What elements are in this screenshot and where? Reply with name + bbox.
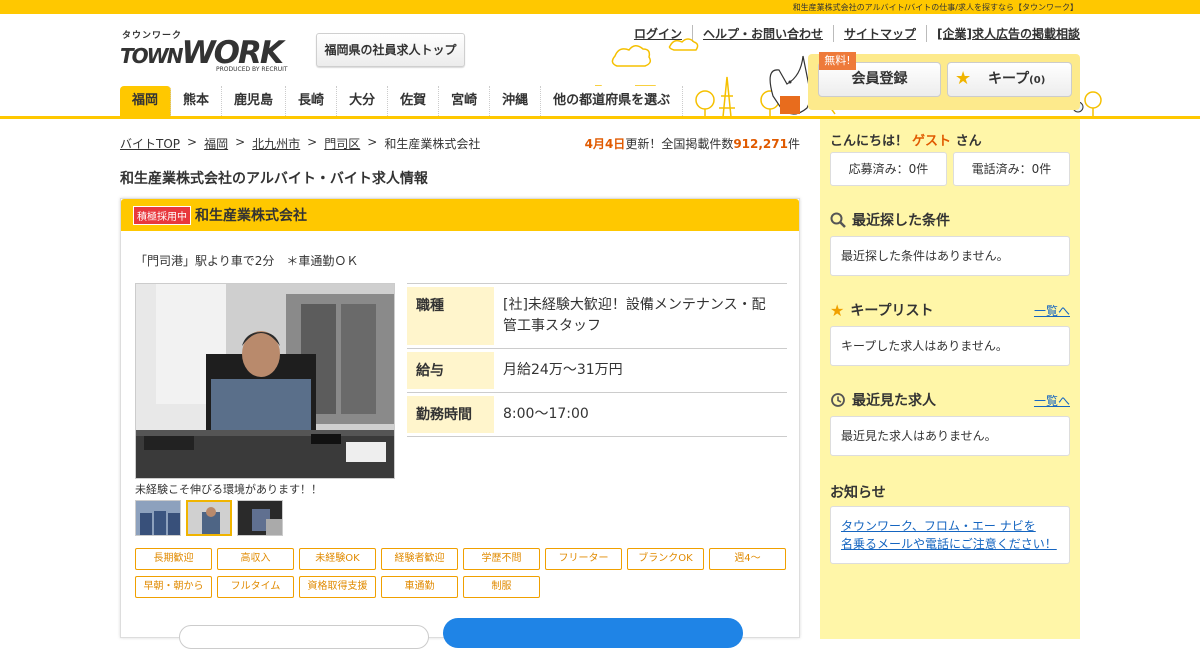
region-tab-kumamoto[interactable]: 熊本 (171, 86, 223, 116)
feature-tag: 経験者歓迎 (381, 548, 458, 570)
hours-value: 8:00～17:00 (503, 406, 589, 422)
region-tab-nagasaki[interactable]: 長崎 (286, 86, 338, 116)
detail-label: 勤務時間 (407, 396, 494, 433)
occupation-value: [社]未経験大歓迎！設備メンテナンス・配管工事スタッフ (503, 297, 766, 334)
photo-thumbnail-3[interactable] (237, 500, 283, 536)
photo-caption: 未経験こそ伸びる環境があります！！ (135, 483, 322, 496)
feature-tags: 長期歓迎 高収入 未経験OK 経験者歓迎 学歴不問 フリーター ブランクOK 週… (135, 548, 795, 598)
breadcrumb-moji[interactable]: 門司区 (324, 135, 360, 152)
region-tab-miyazaki[interactable]: 宮崎 (439, 86, 491, 116)
search-icon (830, 212, 846, 228)
feature-tag: 長期歓迎 (135, 548, 212, 570)
breadcrumb-fukuoka[interactable]: 福岡 (204, 135, 228, 152)
logo-produced-by: PRODUCED BY RECRUIT (216, 66, 288, 73)
salary-value: 月給24万～31万円 (503, 362, 623, 378)
recent-search-heading: 最近探した条件 (830, 210, 950, 230)
listing-count: 912,271 (733, 137, 788, 151)
breadcrumb-baito-top[interactable]: バイトTOP (120, 135, 180, 152)
region-tab-other[interactable]: 他の都道府県を選ぶ (541, 86, 684, 116)
called-count[interactable]: 電話済み：0件 (953, 152, 1070, 186)
feature-tag: 週4～ (709, 548, 786, 570)
feature-tag: 制服 (463, 576, 540, 598)
feature-tag: フリーター (545, 548, 622, 570)
breadcrumb: バイトTOP > 福岡 > 北九州市 > 門司区 > 和生産業株式会社 (120, 135, 481, 152)
detail-label: 給与 (407, 352, 494, 389)
detail-row-salary: 給与 月給24万～31万円 (407, 349, 787, 393)
feature-tag: 早朝・朝から (135, 576, 212, 598)
breadcrumb-kitakyushu[interactable]: 北九州市 (252, 135, 300, 152)
notice-heading: お知らせ (830, 485, 886, 501)
feature-tag: 高収入 (217, 548, 294, 570)
keep-list-more-link[interactable]: 一覧へ (1034, 302, 1070, 319)
active-hiring-badge: 積極採用中 (133, 205, 191, 225)
region-tab-oita[interactable]: 大分 (337, 86, 389, 116)
company-name[interactable]: 和生産業株式会社 (195, 205, 307, 225)
guest-name: ゲスト (912, 134, 952, 149)
keep-count: (0) (1029, 75, 1046, 86)
seo-tagline: 和生産業株式会社のアルバイト/バイトの仕事/求人を探すなら【タウンワーク】 (792, 3, 1078, 12)
job-photo[interactable] (135, 283, 395, 479)
notice-box: タウンワーク、フロム・エー ナビを 名乗るメールや電話にご注意ください！ (830, 506, 1070, 564)
recently-viewed-more-link[interactable]: 一覧へ (1034, 392, 1070, 409)
detail-row-occupation: 職種 [社]未経験大歓迎！設備メンテナンス・配管工事スタッフ (407, 284, 787, 349)
applied-count[interactable]: 応募済み：0件 (830, 152, 947, 186)
feature-tag: 学歴不問 (463, 548, 540, 570)
detail-label: 職種 (407, 287, 494, 345)
notice-link[interactable]: タウンワーク、フロム・エー ナビを 名乗るメールや電話にご注意ください！ (841, 517, 1059, 553)
feature-tag: 未経験OK (299, 548, 376, 570)
update-date: 4月4日 (584, 137, 626, 151)
greeting: こんにちは！ ゲスト さん (830, 134, 982, 149)
keep-list-box: キープした求人はありません。 (830, 326, 1070, 366)
recent-search-box: 最近探した条件はありません。 (830, 236, 1070, 276)
region-tab-saga[interactable]: 佐賀 (388, 86, 440, 116)
photo-thumbnail-1[interactable] (135, 500, 181, 536)
star-icon: ★ (830, 300, 845, 320)
job-card-header: 積極採用中 和生産業株式会社 (121, 199, 799, 231)
sidebar: こんにちは！ ゲスト さん 応募済み：0件 電話済み：0件 最近探した条件 最近探… (820, 119, 1080, 639)
page-title: 和生産業株式会社のアルバイト・バイト求人情報 (120, 171, 428, 187)
feature-tag: ブランクOK (627, 548, 704, 570)
region-nav: 福岡 熊本 鹿児島 長崎 大分 佐賀 宮崎 沖縄 他の都道府県を選ぶ (120, 86, 684, 116)
free-badge: 無料! (819, 52, 856, 70)
keep-job-button[interactable] (179, 625, 429, 649)
photo-thumbnail-2[interactable] (186, 500, 232, 536)
feature-tag: 車通勤 (381, 576, 458, 598)
region-tab-fukuoka[interactable]: 福岡 (120, 86, 172, 116)
update-info: 4月4日更新！全国掲載件数912,271件 (584, 137, 800, 151)
feature-tag: フルタイム (217, 576, 294, 598)
keep-list-heading: ★ キープリスト (830, 300, 934, 320)
recently-viewed-heading: 最近見た求人 (830, 390, 936, 410)
top-strip: 和生産業株式会社のアルバイト/バイトの仕事/求人を探すなら【タウンワーク】 (0, 0, 1200, 14)
townwork-logo[interactable]: タウンワーク TOWNWORK PRODUCED BY RECRUIT (120, 28, 296, 76)
feature-tag: 資格取得支援 (299, 576, 376, 598)
region-tab-kagoshima[interactable]: 鹿児島 (222, 86, 287, 116)
access-info: 「門司港」駅より車で2分 ＊車通勤ＯＫ (135, 254, 359, 268)
recently-viewed-box: 最近見た求人はありません。 (830, 416, 1070, 456)
breadcrumb-current: 和生産業株式会社 (384, 137, 481, 151)
star-icon: ★ (955, 68, 972, 89)
region-tab-okinawa[interactable]: 沖縄 (490, 86, 542, 116)
job-details: 職種 [社]未経験大歓迎！設備メンテナンス・配管工事スタッフ 給与 月給24万～31… (407, 283, 787, 437)
history-icon (831, 393, 845, 407)
apply-button[interactable] (443, 618, 743, 648)
prefecture-top-button[interactable]: 福岡県の社員求人トップ (316, 33, 465, 67)
job-card: 積極採用中 和生産業株式会社 「門司港」駅より車で2分 ＊車通勤ＯＫ 未経験こそ… (120, 198, 800, 649)
detail-row-hours: 勤務時間 8:00～17:00 (407, 393, 787, 437)
